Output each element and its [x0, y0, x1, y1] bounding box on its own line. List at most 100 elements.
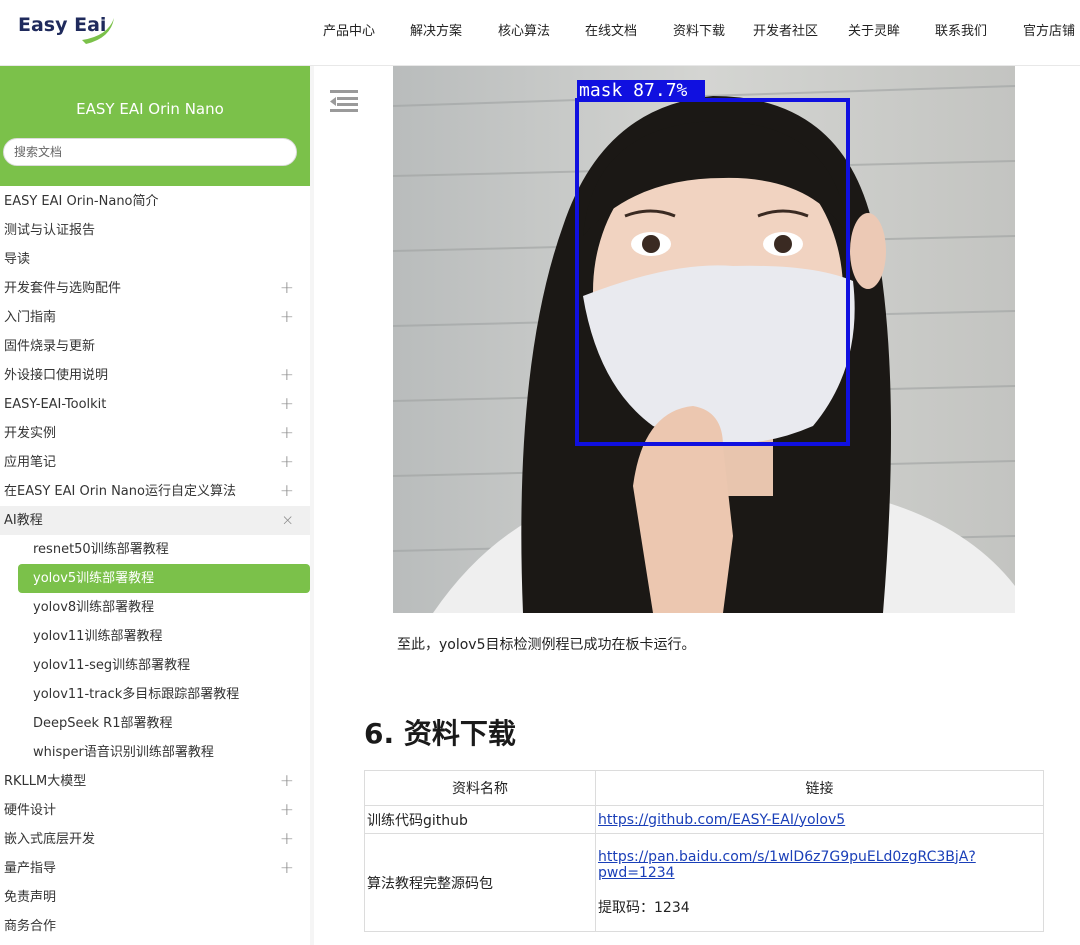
sidebar-item[interactable]: 测试与认证报告	[0, 216, 310, 245]
sidebar-item[interactable]: 免责声明	[0, 883, 310, 912]
sidebar-item[interactable]: 固件烧录与更新	[0, 332, 310, 361]
nav-item-about[interactable]: 关于灵眸	[848, 20, 900, 39]
sidebar-subitem[interactable]: yolov11-seg训练部署教程	[0, 651, 310, 680]
expand-plus-icon[interactable]: +	[280, 825, 294, 854]
sidebar-item-label: whisper语音识别训练部署教程	[33, 745, 214, 760]
sidebar-item[interactable]: 量产指导 +	[0, 854, 310, 883]
sidebar-item[interactable]: EASY EAI Orin-Nano简介	[0, 187, 310, 216]
sidebar-subitem[interactable]: resnet50训练部署教程	[0, 535, 310, 564]
expand-plus-icon[interactable]: +	[280, 361, 294, 390]
sidebar-item-label: yolov5训练部署教程	[33, 571, 155, 586]
sidebar-item-label: 嵌入式底层开发	[4, 832, 96, 847]
result-caption: 至此，yolov5目标检测例程已成功在板卡运行。	[397, 637, 696, 653]
doc-search-input[interactable]	[3, 138, 297, 166]
sidebar-item-label: RKLLM大模型	[4, 774, 87, 789]
sidebar-item-label: EASY-EAI-Toolkit	[4, 397, 107, 412]
doc-sidebar: EASY EAI Orin Nano EASY EAI Orin-Nano简介 …	[0, 66, 310, 945]
sidebar-item-label: yolov8训练部署教程	[33, 600, 155, 615]
sidebar-item-label: 开发套件与选购配件	[4, 281, 122, 296]
nav-item-solutions[interactable]: 解决方案	[410, 20, 462, 39]
sidebar-item-label: resnet50训练部署教程	[33, 542, 169, 557]
expand-plus-icon[interactable]: +	[280, 448, 294, 477]
sidebar-item-label: EASY EAI Orin-Nano简介	[4, 194, 159, 209]
nav-item-docs[interactable]: 在线文档	[585, 20, 637, 39]
sidebar-item[interactable]: 开发实例 +	[0, 419, 310, 448]
sidebar-item-label: 外设接口使用说明	[4, 368, 109, 383]
sidebar-item-label: 入门指南	[4, 310, 57, 325]
table-header-row: 资料名称 链接	[364, 770, 1044, 806]
sidebar-subitem[interactable]: yolov8训练部署教程	[0, 593, 310, 622]
expand-plus-icon[interactable]: +	[280, 767, 294, 796]
detection-photo-illustration	[393, 66, 1015, 613]
sidebar-subitem[interactable]: DeepSeek R1部署教程	[0, 709, 310, 738]
sidebar-item-label: yolov11训练部署教程	[33, 629, 163, 644]
sidebar-item[interactable]: 硬件设计 +	[0, 796, 310, 825]
section-heading: 6. 资料下载	[364, 717, 516, 750]
sidebar-item-label: yolov11-seg训练部署教程	[33, 658, 191, 673]
sidebar-subitem[interactable]: yolov11-track多目标跟踪部署教程	[0, 680, 310, 709]
sidebar-item-label: 在EASY EAI Orin Nano运行自定义算法	[4, 484, 236, 499]
table-header-link: 链接	[595, 770, 1044, 806]
sidebar-item-label: 测试与认证报告	[4, 223, 96, 238]
sidebar-header: EASY EAI Orin Nano	[0, 66, 310, 186]
sidebar-item-label: 固件烧录与更新	[4, 339, 96, 354]
nav-item-products[interactable]: 产品中心	[323, 20, 375, 39]
sidebar-item[interactable]: 外设接口使用说明 +	[0, 361, 310, 390]
detection-result-image: mask 87.7%	[393, 66, 1015, 613]
sidebar-item-label: 导读	[4, 252, 31, 267]
sidebar-item-label: yolov11-track多目标跟踪部署教程	[33, 687, 240, 702]
sidebar-item-label: AI教程	[4, 513, 43, 528]
sidebar-item-label: 开发实例	[4, 426, 57, 441]
sidebar-toggle-icon[interactable]	[329, 88, 359, 114]
link-line: pwd=1234	[598, 864, 675, 881]
table-row: 训练代码github https://github.com/EASY-EAI/y…	[364, 805, 1044, 834]
table-row: 算法教程完整源码包 https://pan.baidu.com/s/1wlD6z…	[364, 833, 1044, 932]
sidebar-item[interactable]: 入门指南 +	[0, 303, 310, 332]
main-nav: 产品中心 解决方案 核心算法 在线文档 资料下载 开发者社区 关于灵眸 联系我们…	[0, 20, 1080, 40]
sidebar-item[interactable]: EASY-EAI-Toolkit +	[0, 390, 310, 419]
expand-plus-icon[interactable]: +	[280, 390, 294, 419]
sidebar-item-label: 硬件设计	[4, 803, 57, 818]
extraction-code: 提取码：1234	[598, 899, 690, 916]
sidebar-resize-handle[interactable]	[310, 66, 314, 945]
table-cell-name: 训练代码github	[364, 805, 596, 834]
sidebar-subitem[interactable]: yolov11训练部署教程	[0, 622, 310, 651]
github-link[interactable]: https://github.com/EASY-EAI/yolov5	[598, 812, 845, 828]
expand-plus-icon[interactable]: +	[280, 274, 294, 303]
sidebar-item[interactable]: 商务合作	[0, 912, 310, 941]
table-cell-link: https://pan.baidu.com/s/1wlD6z7G9puELd0z…	[595, 833, 1044, 932]
sidebar-item-label: DeepSeek R1部署教程	[33, 716, 173, 731]
sidebar-item[interactable]: 开发套件与选购配件 +	[0, 274, 310, 303]
table-cell-name: 算法教程完整源码包	[364, 833, 596, 932]
nav-item-downloads[interactable]: 资料下载	[673, 20, 725, 39]
detection-label: mask 87.7%	[579, 80, 688, 101]
sidebar-item-label: 免责声明	[4, 890, 57, 905]
table-header-name: 资料名称	[364, 770, 596, 806]
baidu-pan-link[interactable]: https://pan.baidu.com/s/1wlD6z7G9puELd0z…	[598, 849, 976, 881]
nav-item-contact[interactable]: 联系我们	[935, 20, 987, 39]
sidebar-subitem-selected[interactable]: yolov5训练部署教程	[18, 564, 310, 593]
sidebar-item-ai-tutorial[interactable]: AI教程 ×	[0, 506, 310, 535]
nav-item-algorithms[interactable]: 核心算法	[498, 20, 550, 39]
expand-plus-icon[interactable]: +	[280, 419, 294, 448]
nav-item-community[interactable]: 开发者社区	[753, 20, 818, 39]
sidebar-item[interactable]: 嵌入式底层开发 +	[0, 825, 310, 854]
expand-plus-icon[interactable]: +	[280, 854, 294, 883]
sidebar-item-label: 量产指导	[4, 861, 57, 876]
expand-plus-icon[interactable]: +	[280, 477, 294, 506]
sidebar-title: EASY EAI Orin Nano	[76, 100, 224, 118]
expand-plus-icon[interactable]: +	[280, 796, 294, 825]
sidebar-subitem[interactable]: whisper语音识别训练部署教程	[0, 738, 310, 767]
sidebar-menu: EASY EAI Orin-Nano简介 测试与认证报告 导读 开发套件与选购配…	[0, 187, 310, 941]
sidebar-item[interactable]: RKLLM大模型 +	[0, 767, 310, 796]
nav-item-store[interactable]: 官方店铺	[1023, 20, 1075, 39]
sidebar-item[interactable]: 应用笔记 +	[0, 448, 310, 477]
expand-plus-icon[interactable]: +	[280, 303, 294, 332]
sidebar-item-label: 商务合作	[4, 919, 57, 934]
sidebar-item[interactable]: 导读	[0, 245, 310, 274]
link-line: https://pan.baidu.com/s/1wlD6z7G9puELd0z…	[598, 848, 976, 865]
top-navbar: Easy Eai 产品中心 解决方案 核心算法 在线文档 资料下载 开发者社区 …	[0, 0, 1080, 66]
collapse-close-icon[interactable]: ×	[281, 506, 294, 535]
downloads-table: 资料名称 链接 训练代码github https://github.com/EA…	[364, 770, 1044, 932]
sidebar-item[interactable]: 在EASY EAI Orin Nano运行自定义算法 +	[0, 477, 310, 506]
